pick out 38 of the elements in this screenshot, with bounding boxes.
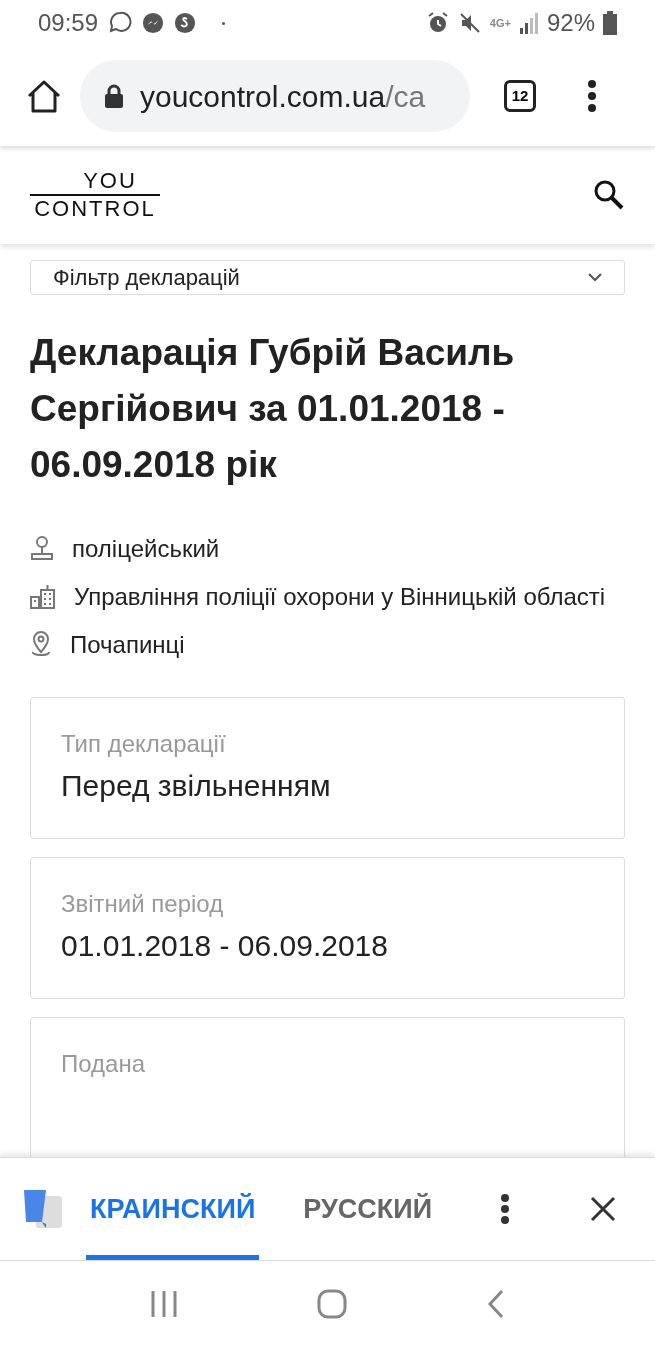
network-type: 4G+ (489, 15, 511, 31)
messenger-icon (142, 12, 165, 34)
lock-icon (104, 84, 124, 108)
buildings-icon (30, 582, 56, 609)
chat-bubble-icon (108, 11, 133, 35)
site-logo[interactable]: YOU CONTROL (30, 170, 160, 220)
more-options-icon[interactable] (500, 1194, 511, 1224)
address-bar[interactable]: youcontrol.com.ua/ca (80, 60, 470, 132)
card-label: Тип декларації (61, 729, 227, 759)
home-button-icon[interactable] (317, 1289, 348, 1319)
fact-text: Почапинці (70, 631, 185, 658)
url-text: youcontrol.com.ua/ca (140, 78, 426, 115)
clock-time: 09:59 (38, 8, 99, 38)
language-tab[interactable]: РУССКИЙ (299, 1158, 437, 1260)
back-icon[interactable] (485, 1289, 506, 1319)
signal-icon (518, 12, 539, 34)
card-value: 01.01.2018 - 06.09.2018 (61, 928, 389, 964)
battery-percent: 92% (546, 8, 595, 38)
recent-apps-icon[interactable] (149, 1289, 180, 1319)
mute-icon (457, 11, 482, 35)
fact-text: Управління поліції охорони у Вінницькій області (74, 583, 606, 610)
filter-dropdown[interactable]: Фільтр декларацій (30, 260, 625, 295)
more-options-icon[interactable] (588, 80, 596, 112)
location-pin-icon (30, 629, 52, 658)
battery-icon (603, 11, 617, 35)
card-label: Подана (61, 1049, 147, 1079)
declaration-title: Декларація Губрій Василь Сергійович за 01.01.2018 - 06.09.2018 рік (30, 331, 516, 487)
chevron-down-icon (588, 273, 602, 282)
card-label: Звітний період (61, 889, 225, 919)
person-icon (30, 534, 54, 561)
home-icon[interactable] (26, 79, 62, 113)
card-value: Перед звільненням (61, 768, 332, 804)
fact-text: поліцейський (72, 535, 220, 562)
search-icon[interactable] (593, 179, 625, 211)
language-tab[interactable]: КРАИНСКИЙ (86, 1158, 260, 1260)
swirl-icon (174, 12, 197, 34)
tab-count-button[interactable]: 12 (504, 80, 536, 112)
close-icon[interactable] (590, 1196, 617, 1222)
